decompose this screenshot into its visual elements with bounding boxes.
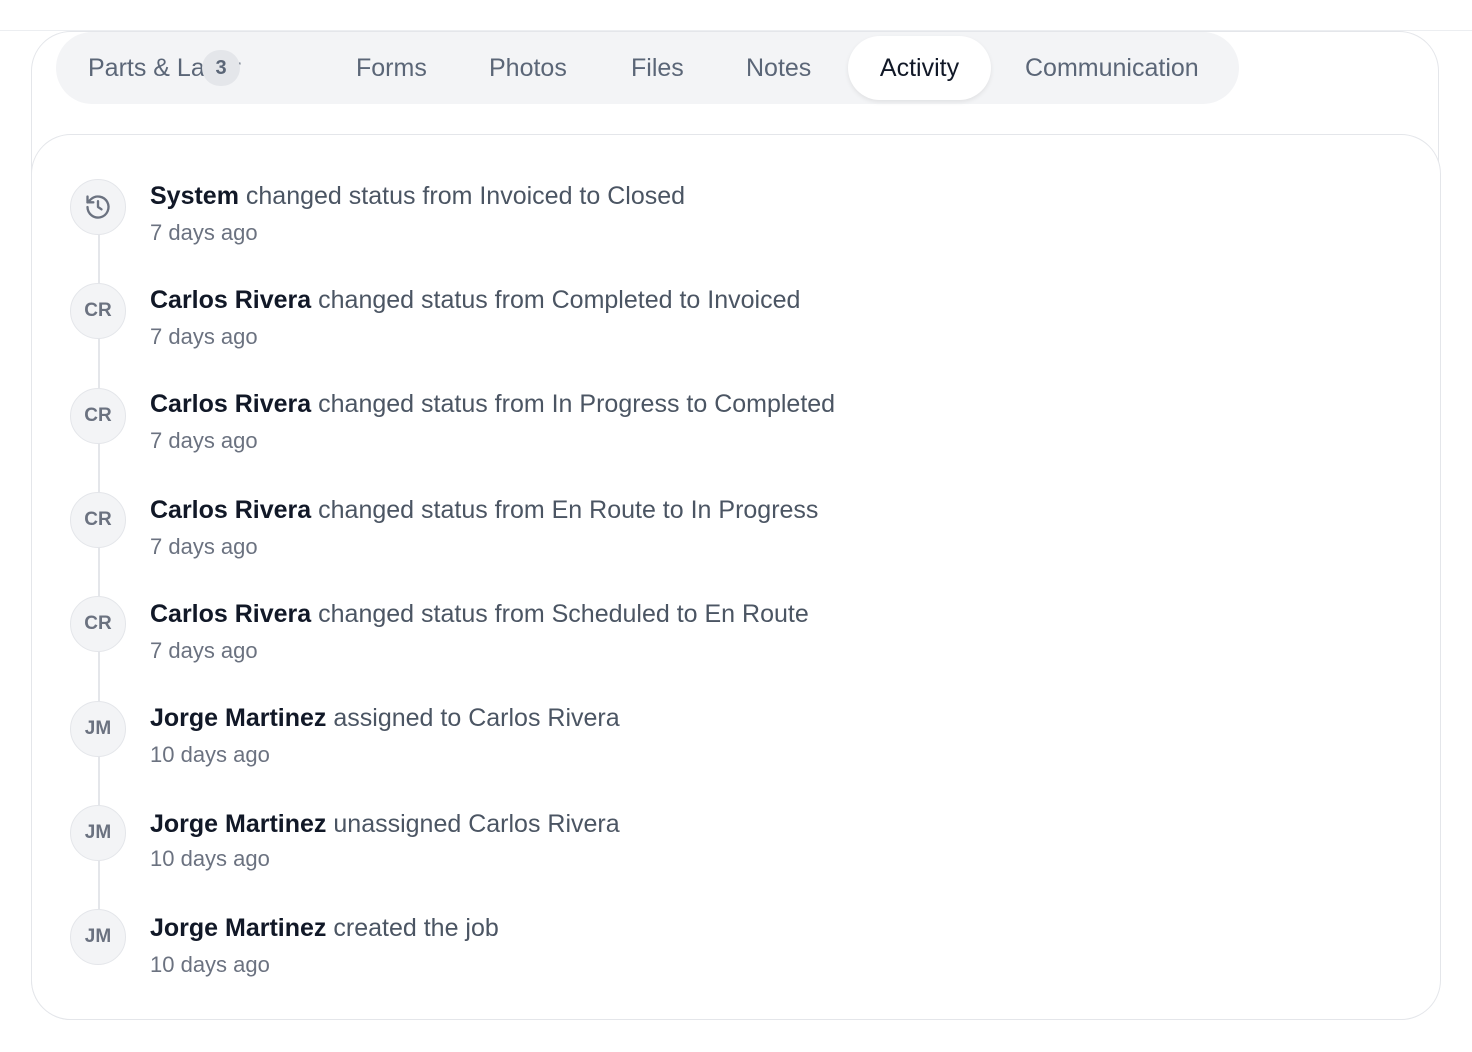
tab-activity[interactable]: Activity [848, 36, 991, 100]
activity-timestamp: 10 days ago [150, 952, 270, 977]
activity-entry-text: Jorge Martinez unassigned Carlos Rivera [150, 810, 620, 839]
activity-panel [31, 134, 1441, 1020]
activity-timestamp: 10 days ago [150, 846, 270, 871]
avatar: CR [70, 283, 126, 339]
parts-count-badge: 3 [202, 50, 240, 86]
avatar: JM [70, 701, 126, 757]
activity-actor: Carlos Rivera [150, 600, 312, 628]
activity-entry-text: System changed status from Invoiced to C… [150, 182, 685, 211]
activity-action: assigned to Carlos Rivera [333, 704, 620, 732]
activity-actor: Carlos Rivera [150, 390, 312, 418]
activity-timestamp: 7 days ago [150, 324, 258, 349]
avatar: JM [70, 805, 126, 861]
activity-actor: Carlos Rivera [150, 496, 312, 524]
activity-action: created the job [333, 914, 499, 942]
tab-files[interactable]: Files [631, 36, 684, 100]
activity-timestamp: 7 days ago [150, 534, 258, 559]
activity-timestamp: 7 days ago [150, 428, 258, 453]
activity-action: changed status from Scheduled to En Rout… [318, 600, 809, 628]
avatar: CR [70, 492, 126, 548]
activity-action: changed status from En Route to In Progr… [318, 496, 819, 524]
activity-timestamp: 7 days ago [150, 220, 258, 245]
activity-entry-text: Carlos Rivera changed status from In Pro… [150, 390, 835, 419]
activity-entry-text: Jorge Martinez created the job [150, 914, 499, 943]
activity-actor: Jorge Martinez [150, 704, 327, 732]
activity-actor: System [150, 182, 239, 210]
activity-entry-text: Carlos Rivera changed status from Comple… [150, 286, 800, 315]
tab-notes[interactable]: Notes [746, 36, 811, 100]
activity-actor: Jorge Martinez [150, 914, 327, 942]
tab-photos[interactable]: Photos [489, 36, 567, 100]
activity-action: changed status from In Progress to Compl… [318, 390, 836, 418]
activity-actor: Carlos Rivera [150, 286, 312, 314]
activity-entry-text: Carlos Rivera changed status from Schedu… [150, 600, 809, 629]
activity-entry-text: Carlos Rivera changed status from En Rou… [150, 496, 818, 525]
avatar: CR [70, 596, 126, 652]
activity-action: changed status from Invoiced to Closed [245, 182, 686, 210]
tab-communication[interactable]: Communication [1025, 36, 1199, 100]
activity-timestamp: 7 days ago [150, 638, 258, 663]
avatar: CR [70, 388, 126, 444]
activity-entry-text: Jorge Martinez assigned to Carlos Rivera [150, 704, 620, 733]
activity-action: unassigned Carlos Rivera [333, 810, 620, 838]
activity-actor: Jorge Martinez [150, 810, 327, 838]
history-icon [70, 179, 126, 235]
activity-timestamp: 10 days ago [150, 742, 270, 767]
avatar: JM [70, 909, 126, 965]
activity-action: changed status from Completed to Invoice… [318, 286, 801, 314]
tab-forms[interactable]: Forms [356, 36, 427, 100]
